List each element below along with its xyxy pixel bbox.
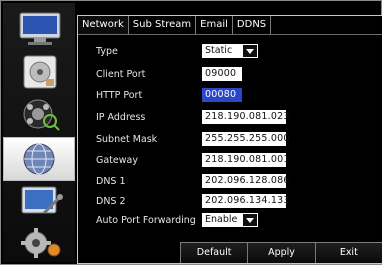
sidebar-item-settings[interactable] [7,225,73,265]
auto-port-forwarding-label: Auto Port Forwarding [96,215,196,226]
sidebar-item-camera[interactable] [7,95,73,135]
ip-address-label: IP Address [96,112,146,123]
tab-divider [78,34,382,35]
chevron-down-icon [243,214,257,226]
chevron-down-icon [243,45,257,57]
http-port-label: HTTP Port [96,90,143,101]
auto-port-forwarding-select[interactable]: Enable [202,213,258,227]
exit-button[interactable]: Exit [314,243,382,263]
system-tools-icon [21,186,63,215]
tab-sub-stream[interactable]: Sub Stream [129,16,197,34]
auto-port-forwarding-value: Enable [205,214,238,225]
client-port-field[interactable]: 09000 [202,67,242,81]
gateway-label: Gateway [96,155,138,166]
settings-gear-icon [21,228,61,258]
tab-network[interactable]: Network [78,16,129,34]
type-select-value: Static [205,45,233,56]
dns2-label: DNS 2 [96,196,126,207]
sidebar [3,3,75,262]
type-label: Type [96,46,118,57]
network-globe-icon [23,143,55,175]
type-select[interactable]: Static [202,44,258,58]
dns2-field[interactable]: 202.096.134.133 [202,194,289,208]
dns1-label: DNS 1 [96,176,126,187]
sidebar-item-monitor[interactable] [7,9,73,49]
sidebar-item-network[interactable] [3,137,75,181]
sidebar-item-disk[interactable] [7,53,73,93]
network-settings-panel: Network Sub Stream Email DDNS Type Stati… [77,15,382,264]
tab-email[interactable]: Email [196,16,233,34]
disk-icon [23,55,57,89]
subnet-mask-label: Subnet Mask [96,134,158,145]
ip-address-field[interactable]: 218.190.081.023 [202,110,289,124]
sidebar-item-system[interactable] [7,183,73,223]
tab-ddns[interactable]: DDNS [233,16,272,34]
client-port-label: Client Port [96,69,146,80]
button-bar: Default Apply Exit [180,242,382,263]
apply-button[interactable]: Apply [247,243,315,263]
subnet-mask-field[interactable]: 255.255.255.000 [202,132,289,146]
gateway-field[interactable]: 218.190.081.001 [202,153,289,167]
window-frame: Network Sub Stream Email DDNS Type Stati… [0,0,382,265]
default-button[interactable]: Default [180,243,248,263]
tab-bar: Network Sub Stream Email DDNS [78,16,272,34]
dns1-field[interactable]: 202.096.128.086 [202,174,289,188]
monitor-icon [19,12,61,45]
camera-search-icon [23,99,60,131]
http-port-field[interactable]: 00080 [202,88,242,102]
